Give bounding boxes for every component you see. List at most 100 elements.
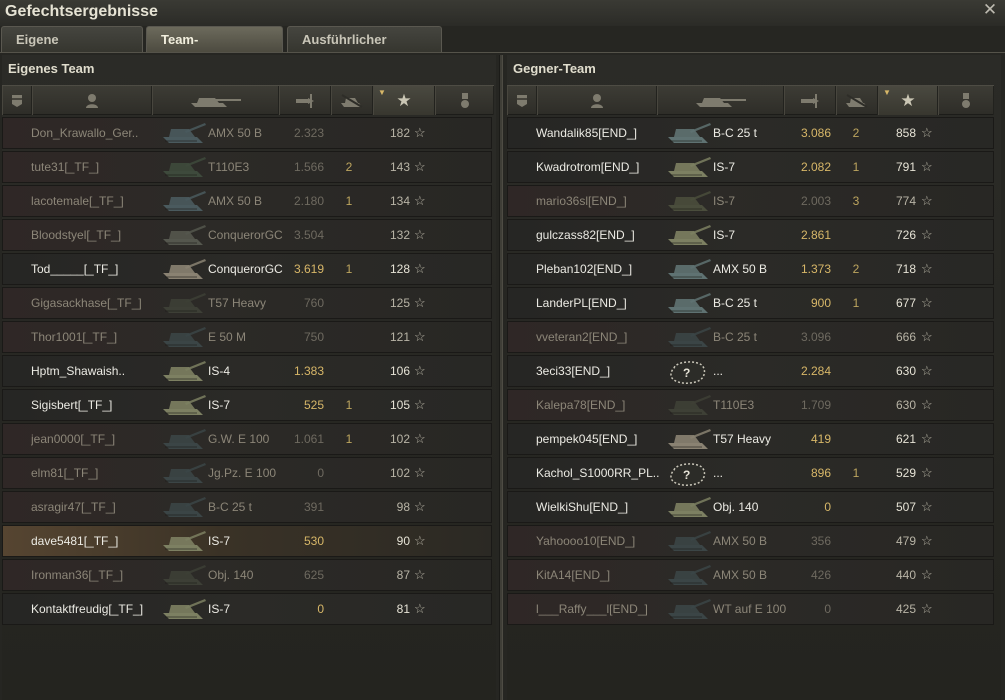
damage-icon[interactable] <box>784 86 836 115</box>
tank-image <box>161 561 207 589</box>
tank-image <box>161 459 207 487</box>
tank-image <box>666 323 712 351</box>
player-row[interactable]: Pleban102[END_] AMX 50 B 1.373 2 718 ☆ <box>507 253 994 285</box>
player-row[interactable]: Thor1001[_TF_] E 50 M 750 121 ☆ <box>2 321 492 353</box>
damage-value: 3.086 <box>800 126 831 140</box>
player-row[interactable]: Bloodstyel[_TF_] ConquerorGC 3.504 132 ☆ <box>2 219 492 251</box>
player-row[interactable]: Wandalik85[END_] B-C 25 t 3.086 2 858 ☆ <box>507 117 994 149</box>
tab-eigene-auswertung[interactable]: Eigene Auswertung <box>1 26 143 73</box>
xp-value: 121 <box>389 330 410 344</box>
tab-team-auswertung[interactable]: Team-Auswertung <box>146 26 283 73</box>
tank-contour-icon <box>163 327 206 347</box>
xp-star-icon[interactable]: ▼ ★ <box>878 86 938 115</box>
damage-value: 426 <box>810 568 831 582</box>
player-row[interactable]: Gigasackhase[_TF_] T57 Heavy 760 125 ☆ <box>2 287 492 319</box>
player-row[interactable]: LanderPL[END_] B-C 25 t 900 1 677 ☆ <box>507 287 994 319</box>
damage-value: 2.284 <box>800 364 831 378</box>
close-icon[interactable]: ✕ <box>981 1 999 19</box>
tank-icon[interactable] <box>657 86 784 115</box>
medal-icon[interactable] <box>435 86 494 115</box>
tank-contour-icon <box>163 599 206 619</box>
xp-star-icon: ☆ <box>414 193 426 208</box>
tank-contour-icon <box>163 225 206 245</box>
player-row[interactable]: Kachol_S1000RR_PL..?... 896 1 529 ☆ <box>507 457 994 489</box>
player-row[interactable]: l___Raffy___l[END_] WT auf E 100 0 425 ☆ <box>507 593 994 625</box>
player-row[interactable]: Sigisbert[_TF_] IS-7 525 1 105 ☆ <box>2 389 492 421</box>
xp-value: 98 <box>396 500 410 514</box>
xp-star-icon: ☆ <box>414 431 426 446</box>
player-row[interactable]: Ironman36[_TF_] Obj. 140 625 87 ☆ <box>2 559 492 591</box>
tank-contour-icon <box>163 429 206 449</box>
player-row[interactable]: gulczass82[END_] IS-7 2.861 726 ☆ <box>507 219 994 251</box>
player-name: lacotemale[_TF_] <box>31 194 124 208</box>
player-name: pempek045[END_] <box>536 432 638 446</box>
player-name: Kontaktfreudig[_TF_] <box>31 602 144 616</box>
player-row[interactable]: tute31[_TF_] T110E3 1.566 2 143 ☆ <box>2 151 492 183</box>
xp-value: 630 <box>895 364 916 378</box>
tank-image <box>666 391 712 419</box>
xp-value: 106 <box>389 364 410 378</box>
xp-star-icon: ☆ <box>414 465 426 480</box>
tab-bar: Eigene Auswertung Team-Auswertung Ausfüh… <box>0 26 1005 73</box>
player-icon[interactable] <box>32 86 152 115</box>
kills-value: 1 <box>345 194 353 208</box>
xp-star-icon: ☆ <box>414 329 426 344</box>
kills-value: 1 <box>852 160 860 174</box>
kills-icon[interactable] <box>836 86 878 115</box>
player-name: Bloodstyel[_TF_] <box>31 228 122 242</box>
player-row[interactable]: pempek045[END_] T57 Heavy 419 621 ☆ <box>507 423 994 455</box>
player-row[interactable]: Yahoooo10[END_] AMX 50 B 356 479 ☆ <box>507 525 994 557</box>
player-row[interactable]: jean0000[_TF_] G.W. E 100 1.061 1 102 ☆ <box>2 423 492 455</box>
svg-text:?: ? <box>683 468 690 482</box>
tank-contour-icon <box>163 157 206 177</box>
damage-value: 3.096 <box>800 330 831 344</box>
player-row[interactable]: Kontaktfreudig[_TF_] IS-7 0 81 ☆ <box>2 593 492 625</box>
kills-value: 1 <box>345 398 353 412</box>
platoon-icon[interactable] <box>2 86 32 115</box>
player-row[interactable]: asragir47[_TF_] B-C 25 t 391 98 ☆ <box>2 491 492 523</box>
tank-image: ? <box>666 357 712 385</box>
tank-image <box>666 289 712 317</box>
player-row[interactable]: Tod_____[_TF_] ConquerorGC 3.619 1 128 ☆ <box>2 253 492 285</box>
kills-icon[interactable] <box>331 86 373 115</box>
player-name: asragir47[_TF_] <box>31 500 116 514</box>
player-row[interactable]: Don_Krawallo_Ger.. AMX 50 B 2.323 182 ☆ <box>2 117 492 149</box>
damage-value: 0 <box>824 500 831 514</box>
tank-icon[interactable] <box>152 86 279 115</box>
kills-value <box>337 118 361 148</box>
title-bar: Gefechtsergebnisse ✕ <box>0 0 1005 26</box>
player-row[interactable]: elm81[_TF_] Jg.Pz. E 100 0 102 ☆ <box>2 457 492 489</box>
player-row[interactable]: lacotemale[_TF_] AMX 50 B 2.180 1 134 ☆ <box>2 185 492 217</box>
player-row[interactable]: Kwadrotrom[END_] IS-7 2.082 1 791 ☆ <box>507 151 994 183</box>
tank-contour-icon <box>668 599 711 619</box>
tank-image <box>666 221 712 249</box>
player-row[interactable]: 3eci33[END_]?... 2.284 630 ☆ <box>507 355 994 387</box>
player-name: Hptm_Shawaish.. <box>31 364 126 378</box>
player-row[interactable]: Hptm_Shawaish.. IS-4 1.383 106 ☆ <box>2 355 492 387</box>
damage-value: 530 <box>303 534 324 548</box>
tab-ausfuehrlicher-bericht[interactable]: Ausführlicher Bericht <box>287 26 442 73</box>
damage-icon[interactable] <box>279 86 331 115</box>
player-row[interactable]: KitA14[END_] AMX 50 B 426 440 ☆ <box>507 559 994 591</box>
xp-star-icon[interactable]: ▼ ★ <box>373 86 435 115</box>
tank-image <box>161 119 207 147</box>
player-row[interactable]: Kalepa78[END_] T110E3 1.709 630 ☆ <box>507 389 994 421</box>
xp-star-icon: ☆ <box>921 295 933 310</box>
player-row[interactable]: WielkiShu[END_] Obj. 140 0 507 ☆ <box>507 491 994 523</box>
tank-contour-icon <box>163 395 206 415</box>
xp-star-icon: ☆ <box>414 397 426 412</box>
xp-star-icon: ☆ <box>414 295 426 310</box>
sort-arrow-icon: ▼ <box>378 88 386 97</box>
xp-star-icon: ☆ <box>921 533 933 548</box>
platoon-icon[interactable] <box>507 86 537 115</box>
damage-value: 1.383 <box>293 364 324 378</box>
tank-image <box>161 289 207 317</box>
player-row[interactable]: dave5481[_TF_] IS-7 530 90 ☆ <box>2 525 492 557</box>
damage-value: 625 <box>303 568 324 582</box>
player-row[interactable]: vveteran2[END_] B-C 25 t 3.096 666 ☆ <box>507 321 994 353</box>
player-row[interactable]: mario36sl[END_] IS-7 2.003 3 774 ☆ <box>507 185 994 217</box>
player-icon[interactable] <box>537 86 657 115</box>
medal-icon[interactable] <box>938 86 994 115</box>
xp-value: 134 <box>389 194 410 208</box>
tank-image: ? <box>666 459 712 487</box>
